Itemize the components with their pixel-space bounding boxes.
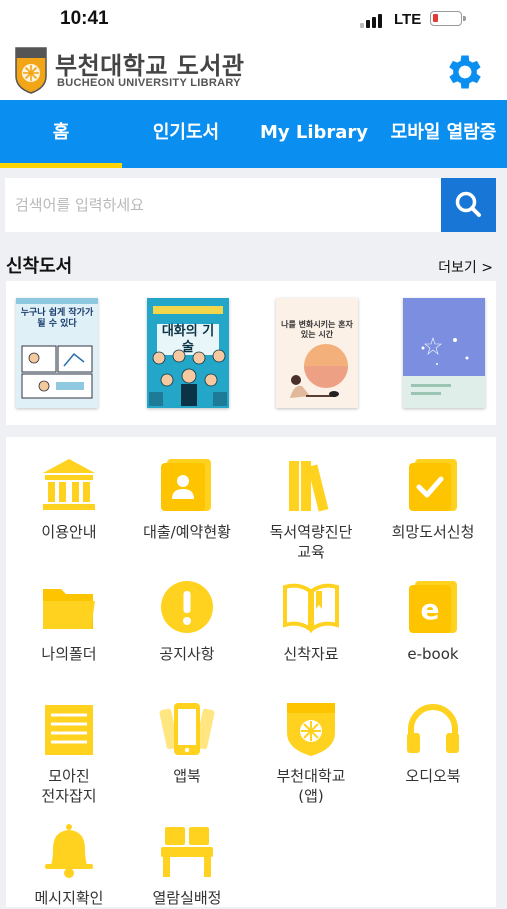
menu-item-messages[interactable]: 메시지확인 — [6, 821, 132, 909]
menu-label: 나의폴더 — [41, 645, 97, 663]
menu-item-e-magazine[interactable]: 모아진 전자잡지 — [6, 699, 132, 806]
book-illustration — [21, 345, 93, 399]
menu-item-university-app[interactable]: 부천대학교 (앱) — [248, 699, 374, 806]
menu-label: 독서역량진단 교육 — [269, 523, 353, 561]
tab-popular-books[interactable]: 인기도서 — [128, 100, 244, 168]
tab-my-library[interactable]: My Library — [250, 100, 378, 168]
menu-label: 부천대학교 (앱) — [276, 767, 346, 805]
menu-item-book-request[interactable]: 희망도서신청 — [370, 455, 496, 543]
menu-label: 신착자료 — [283, 645, 339, 663]
menu-label: 앱북 — [173, 767, 201, 785]
app-header: 부천대학교 도서관 BUCHEON UNIVERSITY LIBRARY — [0, 40, 507, 100]
new-books-carousel: 누구나 쉽게 작가가 될 수 있다 대화의 기술 나를 변화시키는 혼자 있는 … — [6, 281, 496, 425]
settings-gear-icon[interactable] — [443, 50, 487, 94]
library-subtitle: BUCHEON UNIVERSITY LIBRARY — [57, 77, 241, 89]
tab-home[interactable]: 홈 — [0, 100, 122, 168]
book-illustration — [421, 337, 469, 365]
library-title: 부천대학교 도서관 — [55, 52, 245, 80]
bell-icon — [45, 824, 93, 878]
main-nav: 홈 인기도서 My Library 모바일 열람증 — [0, 100, 507, 168]
menu-label: 열람실배정 — [152, 889, 222, 907]
menu-item-ebook[interactable]: e e-book — [370, 577, 496, 665]
book-cover[interactable] — [403, 298, 485, 408]
menu-label: 오디오북 — [405, 767, 461, 785]
search-icon — [455, 191, 481, 217]
menu-item-audiobook[interactable]: 오디오북 — [370, 699, 496, 787]
menu-label: e-book — [407, 645, 459, 663]
status-bar: 10:41 LTE — [0, 0, 507, 40]
book-title: 나를 변화시키는 혼자 있는 시간 — [281, 320, 353, 339]
menu-item-loan-status[interactable]: 대출/예약현황 — [124, 455, 250, 543]
book-illustration — [149, 349, 227, 406]
menu-item-notice[interactable]: 공지사항 — [124, 577, 250, 665]
menu-panel: 이용안내 대출/예약현황 독서역량진단 교육 희망도서신청 나의폴더 공지사항 … — [6, 437, 496, 907]
section-title-new-books: 신착도서 — [6, 256, 73, 277]
book-cover[interactable]: 누구나 쉽게 작가가 될 수 있다 — [16, 298, 98, 408]
appbook-icon — [159, 703, 215, 755]
menu-label: 메시지확인 — [34, 889, 104, 907]
menu-item-appbook[interactable]: 앱북 — [124, 699, 250, 787]
status-time: 10:41 — [60, 8, 109, 29]
menu-label: 희망도서신청 — [391, 523, 475, 541]
search-input[interactable] — [5, 178, 442, 232]
menu-label: 대출/예약현황 — [143, 523, 231, 541]
tab-mobile-id-card[interactable]: 모바일 열람증 — [380, 100, 507, 168]
book-cover[interactable]: 나를 변화시키는 혼자 있는 시간 — [276, 298, 358, 408]
magazine-icon — [45, 705, 93, 755]
university-emblem-icon — [287, 703, 335, 756]
battery-icon — [430, 11, 466, 26]
menu-item-guide[interactable]: 이용안내 — [6, 455, 132, 543]
menu-label: 공지사항 — [159, 645, 215, 663]
signal-strength-icon — [360, 12, 386, 28]
search-box — [5, 178, 442, 232]
library-logo-icon — [15, 47, 47, 94]
search-button[interactable] — [441, 178, 496, 232]
folder-icon — [43, 589, 95, 629]
menu-item-new-materials[interactable]: 신착자료 — [248, 577, 374, 665]
more-link[interactable]: 더보기 > — [438, 257, 493, 277]
notice-icon — [161, 581, 213, 633]
library-building-icon — [43, 459, 95, 510]
request-check-icon — [409, 459, 457, 511]
book-illustration — [290, 344, 348, 398]
menu-label: 모아진 전자잡지 — [41, 767, 97, 805]
network-label: LTE — [394, 11, 422, 28]
seat-icon — [161, 827, 213, 877]
open-book-icon — [283, 583, 339, 633]
borrow-status-icon — [161, 459, 211, 511]
book-title: 누구나 쉽게 작가가 될 수 있다 — [20, 308, 94, 329]
headphones-icon — [407, 704, 459, 753]
menu-item-reading-education[interactable]: 독서역량진단 교육 — [248, 455, 374, 562]
menu-label: 이용안내 — [41, 523, 97, 541]
menu-item-my-folder[interactable]: 나의폴더 — [6, 577, 132, 665]
menu-item-seat-assignment[interactable]: 열람실배정 — [124, 821, 250, 909]
books-icon — [289, 461, 329, 512]
book-cover[interactable]: 대화의 기술 — [147, 298, 229, 408]
svg-text:e: e — [421, 593, 440, 626]
ebook-icon: e — [409, 581, 457, 633]
